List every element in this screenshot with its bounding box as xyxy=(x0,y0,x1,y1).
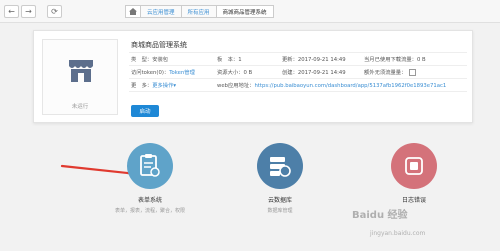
web-url-link[interactable]: https://pub.baibaoyun.com/dashboard/app/… xyxy=(254,83,446,89)
refresh-button[interactable]: ⟳ xyxy=(47,5,62,18)
database-icon xyxy=(257,143,303,189)
token-label: 访问token(0)： xyxy=(131,70,170,76)
more-actions-dropdown[interactable]: 更多操作▾ xyxy=(152,83,176,89)
home-icon xyxy=(129,8,137,15)
module-subtitle: 表单，报表，流程，聚合，权限 xyxy=(114,208,185,214)
module-title: 表单系统 xyxy=(137,197,162,204)
top-toolbar: ← → ⟳ 云应用管理 所有应用 商城商品管理系统 xyxy=(0,0,500,23)
breadcrumb-home[interactable] xyxy=(125,5,141,18)
breadcrumb-all-apps[interactable]: 所有应用 xyxy=(181,5,217,18)
breadcrumb-cloud-app-mgmt[interactable]: 云应用管理 xyxy=(141,5,182,18)
module-title: 日志错误 xyxy=(401,197,426,204)
module-form-system[interactable]: 表单系统 表单，报表，流程，聚合，权限 xyxy=(105,143,195,214)
free-traffic-checkbox[interactable] xyxy=(409,69,417,76)
back-button[interactable]: ← xyxy=(4,5,19,18)
app-icon-box: 未运行 xyxy=(42,39,118,115)
info-row-3: 更 多：更多操作▾ web应用地址：https://pub.baibaoyun.… xyxy=(129,78,467,92)
watermark-logo: Baidu 经验 xyxy=(352,210,408,221)
refresh-icon: ⟳ xyxy=(51,7,58,16)
info-row-1: 类 型：安装包 板 本：1 更新：2017-09-21 14:49 当月已使用下… xyxy=(129,52,467,65)
watermark-url: jingyan.baidu.com xyxy=(370,230,426,237)
more-label: 更 多： xyxy=(131,83,153,89)
form-icon xyxy=(127,143,173,189)
module-log-errors[interactable]: 日志错误 xyxy=(369,143,459,204)
info-row-2: 访问token(0)：Token管理 资源大小：0 B 创建：2017-09-2… xyxy=(129,65,467,78)
app-detail-card: 未运行 商城商品管理系统 类 型：安装包 板 本：1 更新：2017-09-21… xyxy=(33,30,473,123)
module-title: 云数据库 xyxy=(267,197,292,204)
app-updated: 更新：2017-09-21 14:49 xyxy=(282,57,346,63)
breadcrumb: 云应用管理 所有应用 商城商品管理系统 xyxy=(125,5,274,18)
store-icon xyxy=(69,60,93,82)
arrow-left-icon: ← xyxy=(8,7,15,16)
free-traffic-label: 额外无须流量量： xyxy=(364,70,407,76)
forward-button[interactable]: → xyxy=(21,5,36,18)
app-size: 资源大小：0 B xyxy=(217,70,253,76)
app-type: 类 型：安装包 xyxy=(131,57,169,63)
app-traffic: 当月已使用下载流量：0 B xyxy=(364,57,426,63)
module-cloud-database[interactable]: 云数据库 数据库管理 xyxy=(235,143,325,214)
log-icon xyxy=(391,143,437,189)
app-title: 商城商品管理系统 xyxy=(131,41,187,49)
breadcrumb-current: 商城商品管理系统 xyxy=(216,5,274,18)
app-version: 板 本：1 xyxy=(217,57,242,63)
arrow-right-icon: → xyxy=(25,7,32,16)
web-url-label: web应用地址： xyxy=(217,83,255,89)
app-created: 创建：2017-09-21 14:49 xyxy=(282,70,346,76)
token-manage-link[interactable]: Token管理 xyxy=(169,70,195,76)
module-subtitle: 数据库管理 xyxy=(267,208,293,214)
launch-button[interactable]: 启动 xyxy=(131,105,159,117)
app-status: 未运行 xyxy=(71,104,89,110)
